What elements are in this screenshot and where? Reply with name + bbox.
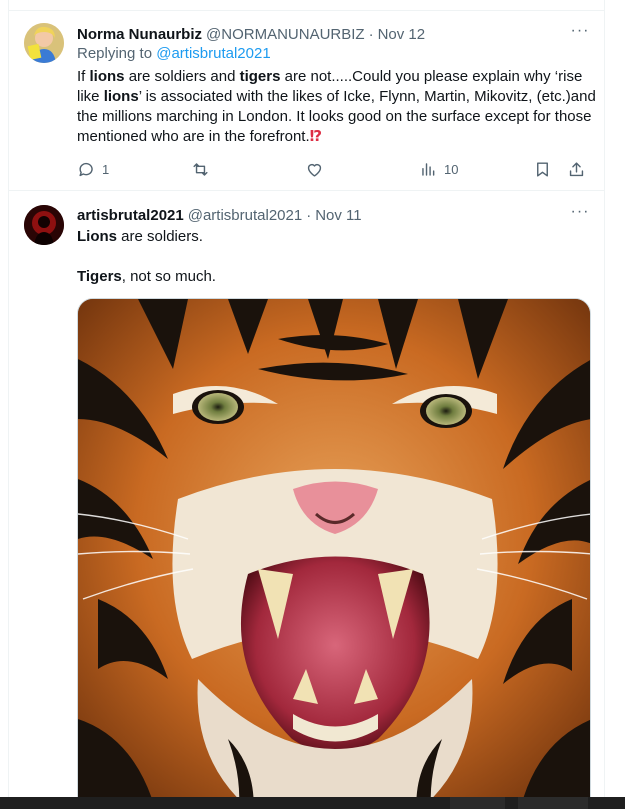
display-name[interactable]: artisbrutal2021	[77, 207, 184, 224]
share-icon	[569, 161, 584, 176]
avatar-image	[24, 205, 64, 245]
text-segment: If	[77, 68, 90, 85]
bookmark-button[interactable]	[533, 157, 552, 181]
taskbar-strip	[0, 797, 625, 809]
text-segment: are soldiers and	[124, 68, 240, 85]
heart-icon	[307, 163, 322, 177]
bookmark-icon	[537, 161, 548, 177]
original-tweet[interactable]: artisbrutal2021 @artisbrutal2021 · Nov 1…	[9, 191, 604, 797]
tweet-text: If lions are soldiers and tigers are not…	[77, 67, 597, 147]
taskbar-segment	[450, 797, 505, 809]
tweet-media-image[interactable]	[77, 298, 591, 797]
reply-tweet[interactable]: Norma Nunaurbiz @NORMANUNAURBIZ · Nov 12…	[9, 11, 604, 191]
user-handle[interactable]: @artisbrutal2021	[188, 207, 302, 224]
text-bold: lions	[89, 68, 125, 85]
avatar[interactable]	[24, 23, 64, 63]
text-segment: , not so much.	[121, 268, 216, 285]
separator-dot: ·	[368, 25, 374, 43]
tiger-photo	[78, 299, 590, 797]
more-options-icon[interactable]: ···	[570, 23, 590, 44]
share-button[interactable]	[567, 157, 586, 181]
text-bold: Tigers	[77, 268, 122, 285]
more-options-icon[interactable]: ···	[570, 204, 590, 225]
avatar[interactable]	[24, 205, 64, 245]
text-bold: tigers	[239, 68, 281, 85]
exclamation-question-emoji: ⁉	[309, 128, 323, 145]
text-bold: Lions	[77, 228, 117, 245]
replying-to-link[interactable]: @artisbrutal2021	[156, 45, 270, 62]
retweet-icon	[193, 162, 208, 176]
tweet-date[interactable]: Nov 12	[378, 26, 426, 43]
text-line-1: Lions are soldiers.	[77, 227, 597, 247]
line-break	[77, 247, 597, 267]
reply-button[interactable]: 1	[77, 157, 109, 181]
display-name[interactable]: Norma Nunaurbiz	[77, 26, 202, 43]
tweet-text: Lions are soldiers. Tigers, not so much.	[77, 227, 597, 287]
text-segment: are soldiers.	[117, 228, 203, 245]
separator-dot: ·	[306, 206, 312, 224]
text-bold: lions	[103, 88, 139, 105]
like-button[interactable]	[305, 157, 330, 181]
text-segment: ’ is associated with the likes of Icke, …	[77, 88, 596, 145]
replying-to-line: Replying to @artisbrutal2021	[77, 45, 271, 62]
replying-prefix: Replying to	[77, 45, 153, 62]
analytics-icon	[422, 162, 435, 176]
timeline-column: Norma Nunaurbiz @NORMANUNAURBIZ · Nov 12…	[8, 0, 605, 797]
views-count: 10	[444, 161, 459, 177]
tweet-header: artisbrutal2021 @artisbrutal2021 · Nov 1…	[77, 204, 590, 225]
text-line-2: Tigers, not so much.	[77, 267, 597, 287]
tweet-header: Norma Nunaurbiz @NORMANUNAURBIZ · Nov 12…	[77, 23, 590, 44]
avatar-image	[24, 23, 64, 63]
retweet-button[interactable]	[191, 157, 216, 181]
action-bar: 1 10	[77, 157, 589, 181]
views-button[interactable]: 10	[419, 157, 458, 181]
taskbar-segment	[518, 797, 588, 809]
reply-count: 1	[102, 161, 110, 177]
tweet-date[interactable]: Nov 11	[315, 207, 361, 224]
reply-icon	[79, 162, 93, 176]
user-handle[interactable]: @NORMANUNAURBIZ	[206, 26, 365, 43]
